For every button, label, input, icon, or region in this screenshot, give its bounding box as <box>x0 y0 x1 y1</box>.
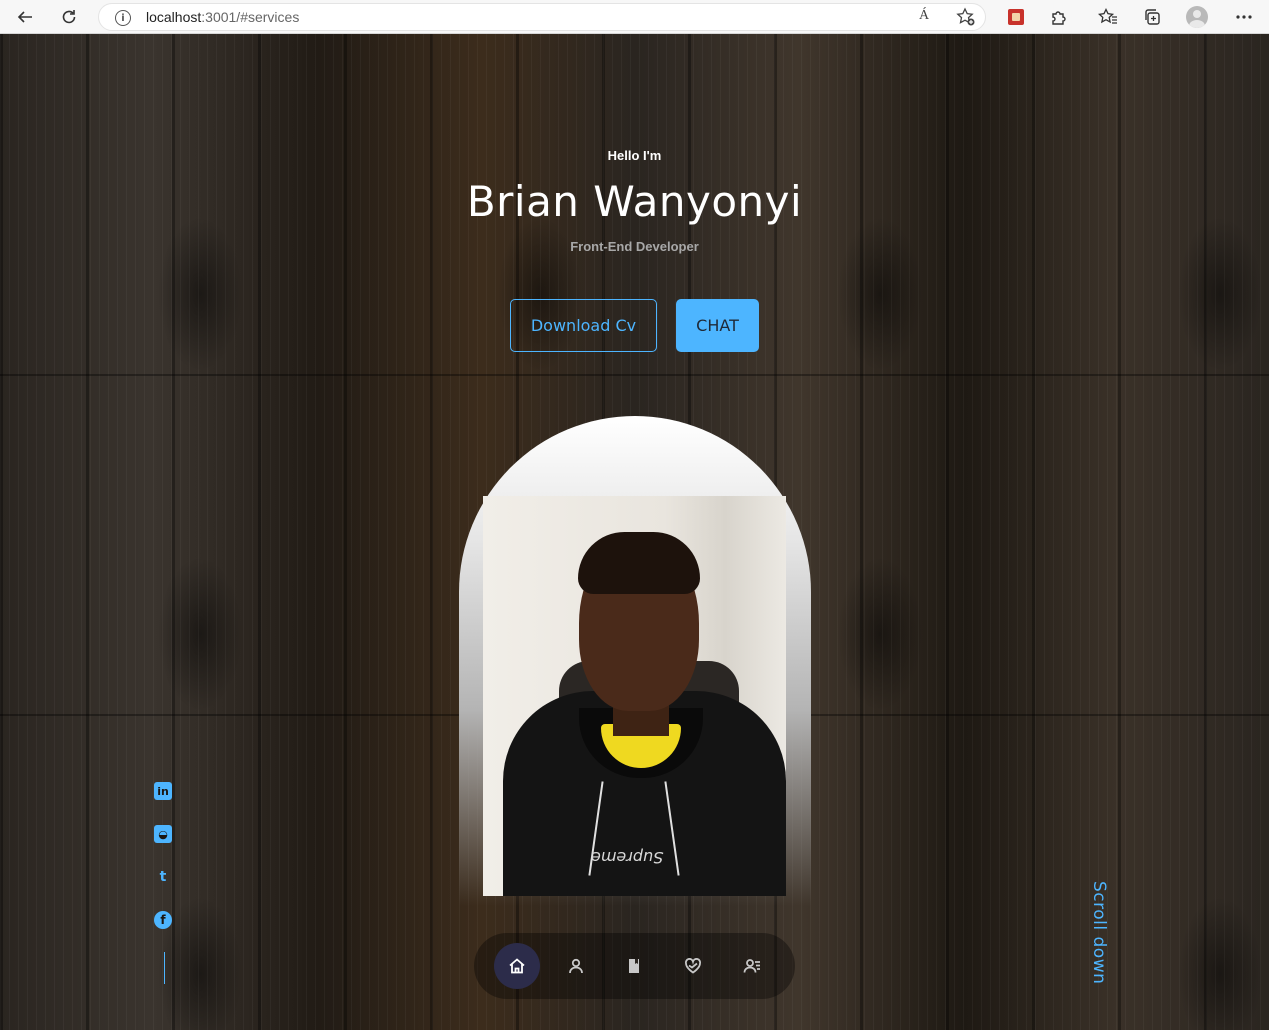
background-tile-seam <box>0 374 1269 376</box>
favorites-icon[interactable] <box>1097 6 1119 28</box>
nav-home-icon[interactable] <box>494 943 541 989</box>
info-icon[interactable]: i <box>115 10 131 26</box>
reload-icon[interactable] <box>58 6 80 28</box>
address-bar[interactable]: i localhost:3001/#services Á <box>98 3 986 31</box>
nav-services-icon[interactable] <box>670 943 716 989</box>
shirt-logo: Supreme <box>591 848 664 867</box>
profile-avatar[interactable] <box>1186 6 1208 28</box>
profile-photo: Supreme <box>483 496 786 896</box>
role-subtitle: Front-End Developer <box>570 239 699 254</box>
social-divider-line <box>164 952 165 984</box>
bottom-nav <box>474 933 795 999</box>
nav-experience-icon[interactable] <box>611 943 657 989</box>
download-cv-button[interactable]: Download Cv <box>510 299 657 352</box>
nav-contact-icon[interactable] <box>729 943 775 989</box>
facebook-icon[interactable]: f <box>154 911 172 929</box>
url-text[interactable]: localhost:3001/#services <box>146 9 299 25</box>
puzzle-icon[interactable] <box>1048 6 1070 28</box>
nav-about-icon[interactable] <box>553 943 599 989</box>
add-favorite-icon[interactable] <box>956 7 976 32</box>
twitter-icon[interactable]: t <box>154 868 172 886</box>
page-background: Hello I'm Brian Wanyonyi Front-End Devel… <box>0 34 1269 1030</box>
linkedin-icon[interactable]: in <box>154 782 172 800</box>
more-icon[interactable] <box>1233 6 1255 28</box>
read-aloud-icon[interactable]: Á <box>919 8 929 24</box>
collections-icon[interactable] <box>1141 6 1163 28</box>
back-icon[interactable] <box>14 6 36 28</box>
github-icon[interactable]: ◒ <box>154 825 172 843</box>
extension-icon[interactable] <box>1005 6 1027 28</box>
page-title: Brian Wanyonyi <box>466 177 803 226</box>
browser-toolbar: i localhost:3001/#services Á <box>0 0 1269 34</box>
scroll-down-link[interactable]: Scroll down <box>1089 881 1109 984</box>
chat-button[interactable]: CHAT <box>676 299 759 352</box>
greeting-text: Hello I'm <box>607 148 662 163</box>
